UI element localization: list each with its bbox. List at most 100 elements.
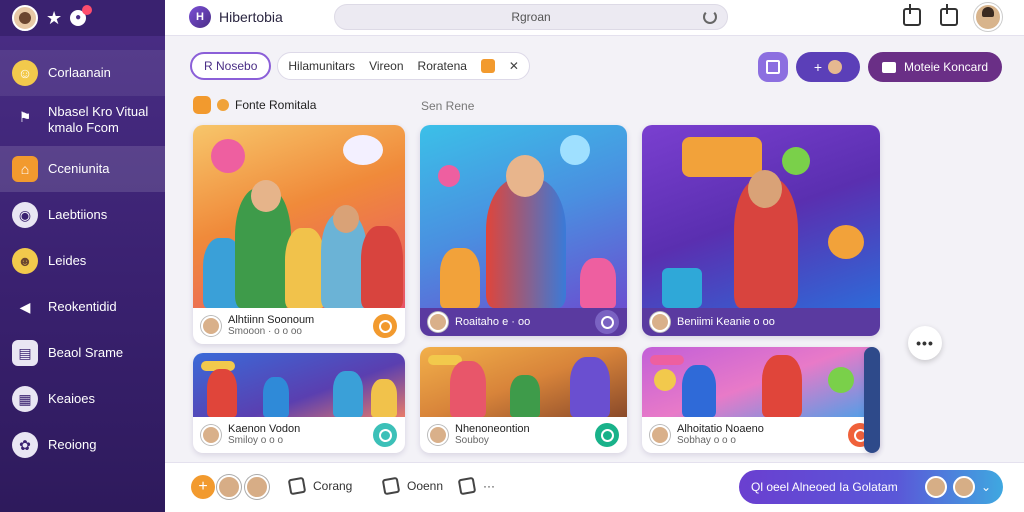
character-figure (762, 355, 802, 417)
add-button[interactable]: + (191, 475, 215, 499)
sidebar-item-profile[interactable]: ☺ Corlaanain (0, 50, 165, 96)
sidebar-item-label: Keaioes (48, 391, 95, 406)
sidebar-item-label: Beaol Srame (48, 345, 124, 360)
sidebar-item-settings[interactable]: ✿ Reoiong (0, 422, 165, 468)
sidebar-item-games[interactable]: ▤ Beaol Srame (0, 330, 165, 376)
sidebar-item-locations[interactable]: ◉ Laebtiions (0, 192, 165, 238)
card-title: Beniimi Keanie o oo (677, 316, 775, 328)
app-logo[interactable]: H Hibertobia (189, 6, 283, 28)
card-title: Alhtiinn Soonoum (228, 314, 315, 326)
more-action[interactable]: ··· (457, 476, 495, 496)
event-card[interactable]: Roaitaho e · oo (420, 125, 627, 336)
profile-avatar[interactable] (12, 5, 38, 31)
card-subtitle: Smiloy o o o (228, 435, 284, 446)
sidebar-item-virtual[interactable]: ⚑ Nbasel Kro Vitual kmalo Fcom (0, 96, 165, 146)
primary-action-label: Moteie Koncard (903, 60, 988, 74)
balloon-icon (211, 139, 245, 173)
card-footer: Kaenon Vodon Smiloy o o o (193, 417, 405, 453)
section-header: Fonte Romitala (193, 96, 316, 114)
sidebar-item-community[interactable]: ⌂ Cceniunita (0, 146, 165, 192)
platform (662, 268, 702, 308)
friend-avatar[interactable] (217, 475, 241, 499)
sidebar-item-label: Reokentidid (48, 299, 117, 314)
participant-avatar (952, 476, 975, 498)
square-button[interactable] (757, 52, 788, 82)
character-face (506, 155, 544, 197)
top-bar: H Hibertobia Rgroan (165, 0, 1024, 36)
card-subtitle: Smooon · o o oo (228, 326, 302, 337)
event-card[interactable]: Alhtiinn Soonoum Smooon · o o oo (193, 125, 405, 344)
reload-icon[interactable] (703, 10, 717, 24)
card-footer: Alhoitatio Noaeno Sobhay o o o (642, 417, 880, 453)
primary-action-button[interactable]: Moteie Koncard (867, 52, 1002, 82)
host-avatar (428, 425, 448, 445)
host-avatar (201, 425, 221, 445)
event-card-partial[interactable] (864, 347, 880, 453)
chat-button[interactable] (373, 423, 397, 447)
sidebar-item-leides[interactable]: ☻ Leides (0, 238, 165, 284)
card-footer: Roaitaho e · oo (420, 308, 627, 336)
section-title: Fonte Romitala (235, 98, 317, 112)
search-text: Rgroan (511, 10, 551, 24)
bottom-bar: + Corang Ooenn ··· Ql oeel Alneoed Ia Go… (165, 462, 1024, 512)
character-figure (580, 258, 616, 308)
search-input[interactable]: Rgroan (334, 4, 728, 30)
smiley-icon: ☻ (12, 248, 38, 274)
play-button[interactable] (595, 310, 619, 334)
sidebar-item-announcements[interactable]: ◀ Reokentidid (0, 284, 165, 330)
notifications-icon[interactable]: ● (70, 5, 93, 26)
user-avatar-icon: ☺ (12, 60, 38, 86)
card-image (193, 353, 405, 417)
fire-icon (480, 59, 495, 73)
share-icon[interactable] (903, 4, 921, 26)
filter-chip[interactable]: Roratena (418, 59, 467, 73)
sidebar-item-label: Corlaanain (48, 65, 111, 80)
filter-chip-selected[interactable]: R Nosebo (190, 52, 272, 80)
plus-icon: + (813, 59, 823, 75)
card-image (642, 125, 880, 308)
upload-icon[interactable] (940, 4, 958, 26)
card-footer: Beniimi Keanie o oo (642, 308, 880, 336)
filter-chip-group: Hilamunitars Vireon Roratena ✕ (277, 52, 530, 80)
filter-chip[interactable]: Hilamunitars (288, 59, 355, 73)
open-action[interactable]: Ooenn (381, 476, 443, 496)
sidebar-item-keaioes[interactable]: ▦ Keaioes (0, 376, 165, 422)
card-footer: Alhtiinn Soonoum Smooon · o o oo (193, 308, 405, 344)
character-figure (333, 371, 363, 417)
star-icon[interactable]: ★ (46, 9, 62, 27)
card-image (420, 347, 627, 417)
filter-chip[interactable]: Vireon (369, 59, 403, 73)
user-avatar[interactable] (974, 3, 1002, 31)
card-title: Roaitaho e · oo (455, 316, 531, 328)
header-actions: + Moteie Koncard (757, 52, 1002, 82)
character-figure (682, 365, 716, 417)
gaming-action[interactable]: Corang (287, 476, 352, 496)
sidebar-item-label: Nbasel Kro Vitual kmalo Fcom (48, 104, 149, 135)
camera-icon (881, 61, 896, 73)
live-tag (650, 355, 684, 365)
more-options-button[interactable]: ••• (908, 326, 942, 360)
card-image (420, 125, 627, 308)
card-subtitle: Sobhay o o o (677, 435, 736, 446)
mascot-icon (828, 367, 854, 393)
event-card[interactable]: Kaenon Vodon Smiloy o o o (193, 353, 405, 453)
event-card[interactable]: Alhoitatio Noaeno Sobhay o o o (642, 347, 880, 453)
sidebar-nav: ☺ Corlaanain ⚑ Nbasel Kro Vitual kmalo F… (0, 36, 165, 468)
friends-button[interactable]: + (795, 52, 860, 82)
house-icon: ⌂ (12, 156, 38, 182)
expand-icon[interactable]: ⌄ (981, 480, 991, 494)
event-card[interactable]: Nhenoneontion Souboy (420, 347, 627, 453)
globe-icon: ◉ (12, 202, 38, 228)
event-card[interactable]: Beniimi Keanie o oo (642, 125, 880, 336)
close-icon[interactable]: ✕ (509, 59, 519, 73)
message-button[interactable] (595, 423, 619, 447)
see-more-link[interactable]: Sen Rene (421, 99, 474, 113)
character-figure (440, 248, 480, 308)
join-button[interactable] (373, 314, 397, 338)
friend-avatar[interactable] (245, 475, 269, 499)
host-avatar (650, 312, 670, 332)
character-figure (361, 226, 403, 308)
join-call-button[interactable]: Ql oeel Alneoed Ia Golatam ⌄ (739, 470, 1003, 504)
mascot-icon (828, 225, 864, 259)
sidebar: ★ ● ☺ Corlaanain ⚑ Nbasel Kro Vitual kma… (0, 0, 165, 512)
